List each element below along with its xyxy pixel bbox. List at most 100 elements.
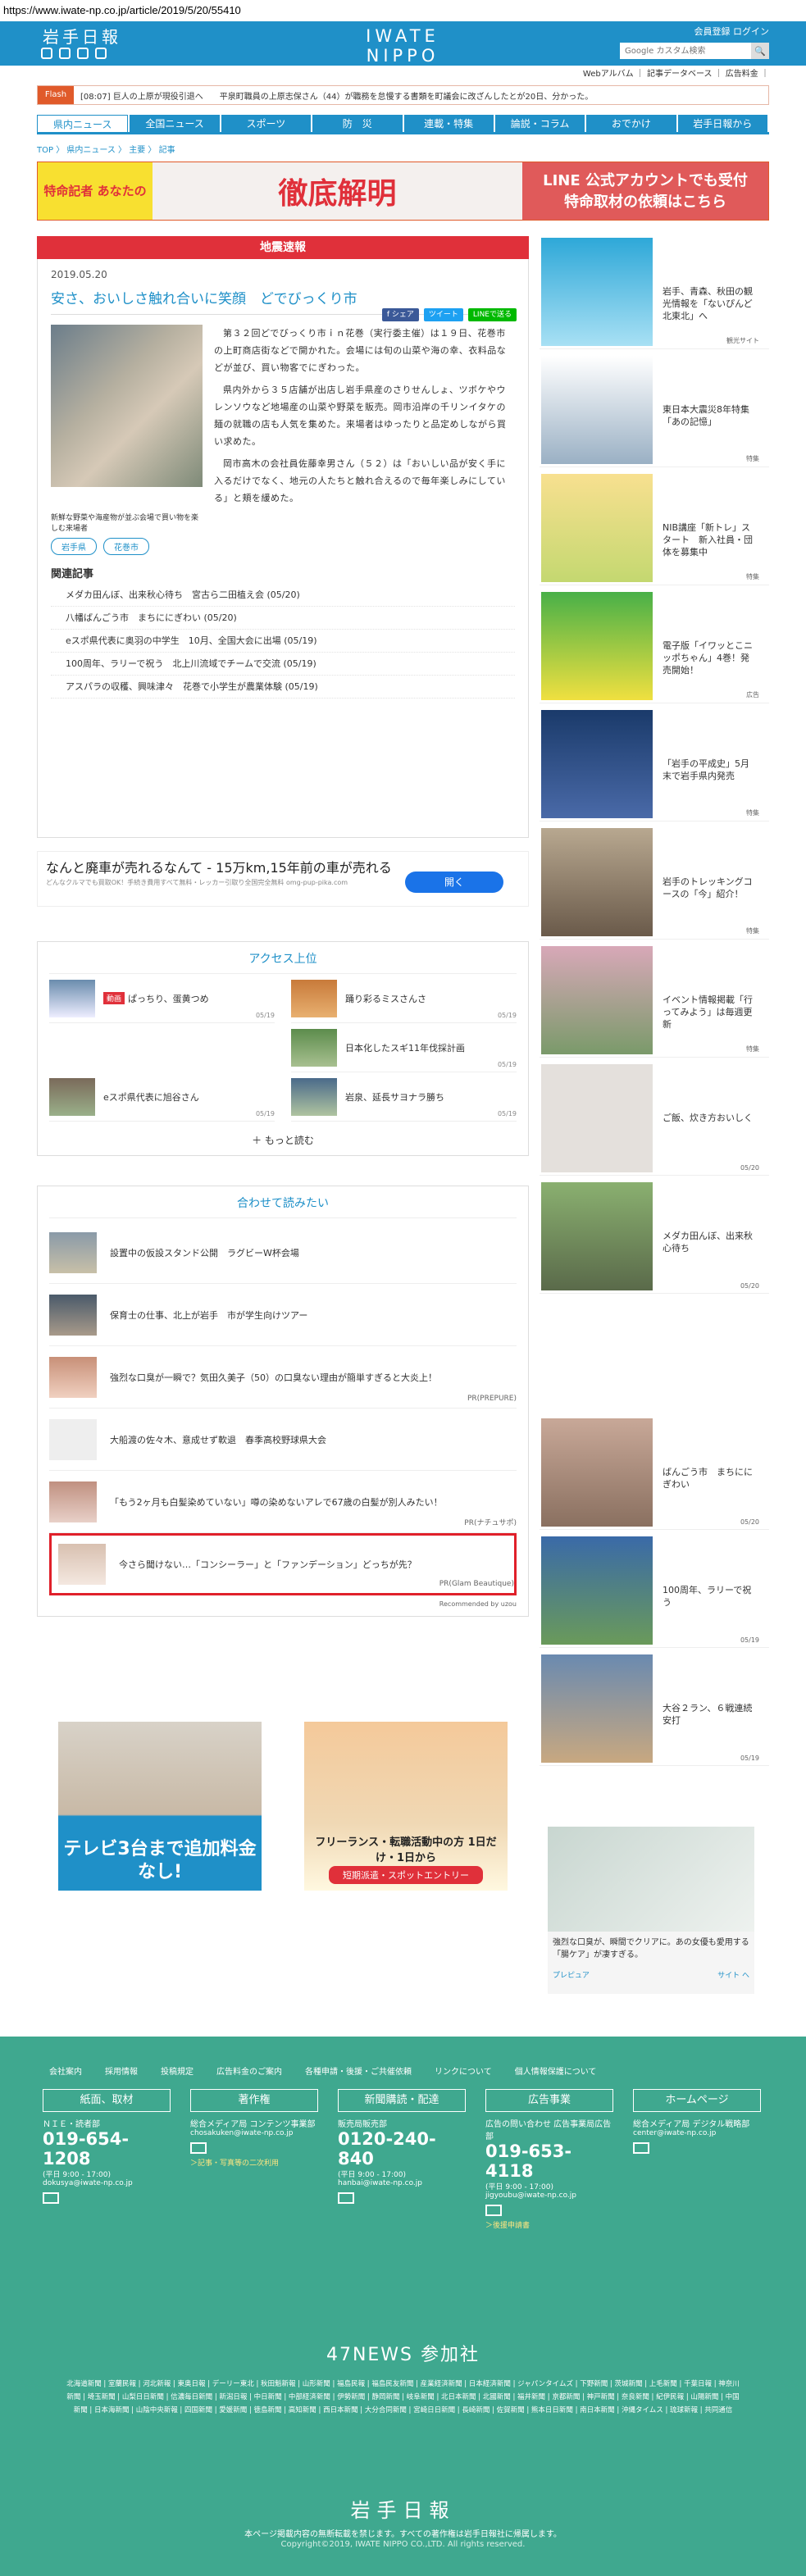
masthead[interactable]: IWATE NIPPO 2019.05.20. 月 bbox=[328, 26, 477, 79]
related-item[interactable]: アスパラの収穫、興味津々 花巻で小学生が農業体験 (05/19) bbox=[51, 676, 515, 699]
tab-disaster[interactable]: 防 災 bbox=[312, 115, 403, 132]
ranking-item[interactable]: 日本化したスギ11年伐採計画 05/19 bbox=[291, 1023, 517, 1072]
tab-local-news[interactable]: 県内ニュース bbox=[37, 115, 129, 132]
line-share-button[interactable]: LINEで送る bbox=[467, 308, 517, 321]
contact-link[interactable]: ＞後援申請書 bbox=[485, 2219, 613, 2230]
sidebar: 岩手、青森、秋田の観光情報を「ないぴんど北東北」へ 観光サイト 東日本大震災8年特… bbox=[540, 236, 769, 1994]
footer-link[interactable]: 個人情報保護について bbox=[515, 2064, 597, 2077]
sidebar-item[interactable]: ばんごう市 まちににぎわい 05/20 bbox=[540, 1417, 769, 1530]
contact-email[interactable]: hanbai@iwate-np.co.jp bbox=[338, 2179, 466, 2187]
contact-email[interactable]: dokusya@iwate-np.co.jp bbox=[43, 2179, 171, 2187]
flash-text[interactable]: [08:07] 巨人の上原が現役引退へ 平泉町職員の上原志保さん（44）が職務を… bbox=[74, 89, 593, 102]
tweet-button[interactable]: ツイート bbox=[423, 308, 463, 321]
tab-features[interactable]: 連載・特集 bbox=[403, 115, 494, 132]
footer-link[interactable]: 採用情報 bbox=[105, 2064, 138, 2077]
banner-left: 特命記者 あなたの疑問 bbox=[38, 162, 153, 256]
sidebar-item[interactable]: ご飯、炊き方おいしく 05/20 bbox=[540, 1063, 769, 1176]
search-button[interactable]: 🔍 bbox=[751, 43, 769, 59]
recommend-item[interactable]: 「もう2ヶ月も白髪染めていない」噂の染めないアレで67歳の白髪が別人みたい！ PR… bbox=[49, 1471, 517, 1533]
ad-open-button[interactable]: 開く bbox=[405, 872, 503, 893]
footer-link[interactable]: 各種申請・後援・ご共催依頼 bbox=[305, 2064, 412, 2077]
tab-national-news[interactable]: 全国ニュース bbox=[130, 115, 220, 132]
sidebar-date: 特集 bbox=[746, 927, 759, 935]
recommend-item[interactable]: 強烈な口臭が一瞬で？気田久美子（50）の口臭ない理由が簡単すぎると大炎上！ PR(… bbox=[49, 1346, 517, 1409]
tab-from-iwate-nippo[interactable]: 岩手日報から bbox=[677, 115, 767, 132]
tab-columns[interactable]: 論説・コラム bbox=[494, 115, 585, 132]
sidebar-item[interactable]: メダカ田んぼ、出来秋心待ち 05/20 bbox=[540, 1181, 769, 1294]
contact-phone: 0120-240-840 bbox=[338, 2129, 436, 2169]
more-link[interactable]: ＋ もっと読む bbox=[49, 1133, 517, 1147]
tv-ad[interactable]: テレビ3台まで追加料金なし! bbox=[58, 1722, 262, 1891]
sidebar-item[interactable]: 東日本大震災8年特集「あの記憶」 特集 bbox=[540, 354, 769, 467]
thumbnail bbox=[49, 1418, 97, 1460]
contact-email[interactable]: jigyoubu@iwate-np.co.jp bbox=[485, 2191, 613, 2200]
ranking-item[interactable]: 踊り彩るミスさんさ 05/19 bbox=[291, 974, 517, 1023]
ranking-item[interactable]: eスポ県代表に旭谷さん 05/19 bbox=[49, 1072, 275, 1122]
mail-icon[interactable] bbox=[190, 2142, 207, 2154]
mail-icon[interactable] bbox=[485, 2205, 502, 2216]
twitter-icon[interactable] bbox=[41, 48, 52, 59]
ranking-item[interactable]: 岩泉、延長サヨナラ勝ち 05/19 bbox=[291, 1072, 517, 1122]
sidebar-ad[interactable]: 強烈な口臭が、瞬間でクリアに。あの女優も愛用する「腸ケア」が凄すぎる。 プレピュ… bbox=[548, 1827, 754, 1994]
contact-email[interactable]: chosakuken@iwate-np.co.jp bbox=[190, 2129, 318, 2137]
47news-list[interactable]: 北海道新聞 | 室蘭民報 | 河北新報 | 東奥日報 | デーリー東北 | 秋田… bbox=[66, 2378, 740, 2417]
promo-banner[interactable]: 特命記者 あなたの疑問 徹底解明 LINE 公式アカウントでも受付 特命取材の依… bbox=[37, 162, 769, 256]
recommended-by[interactable]: Recommended by uzou bbox=[49, 1600, 517, 1608]
footer-link[interactable]: リンクについて bbox=[435, 2064, 492, 2077]
earthquake-alert[interactable]: 地震速報 bbox=[37, 236, 529, 259]
contact-hours: (平日 9:00 - 17:00) bbox=[338, 2171, 406, 2179]
tab-sports[interactable]: スポーツ bbox=[221, 115, 312, 132]
related-item[interactable]: 八幡ばんごう市 まちににぎわい (05/20) bbox=[51, 607, 515, 630]
sidebar-item[interactable]: 100周年、ラリーで祝う 05/19 bbox=[540, 1535, 769, 1648]
sidebar-text: メダカ田んぼ、出来秋心待ち bbox=[663, 1231, 753, 1254]
sidebar-item[interactable]: NIB講座「新トレ」スタート 新入社員・団体を募集中 特集 bbox=[540, 472, 769, 585]
tab-outings[interactable]: おでかけ bbox=[586, 115, 676, 132]
tag[interactable]: 岩手県 bbox=[51, 538, 97, 555]
contact-link[interactable]: ＞記事・写真等の二次利用 bbox=[190, 2157, 318, 2168]
sidebar-item[interactable]: 大谷２ラン、６戦連続安打 05/19 bbox=[540, 1653, 769, 1766]
facebook-share-button[interactable]: f シェア bbox=[381, 308, 419, 321]
job-ad[interactable]: フリーランス・転職活動中の方 1日だけ・1日から 短期派遣・スポットエントリー bbox=[304, 1722, 508, 1891]
ranking-date: 05/19 bbox=[497, 1110, 517, 1117]
related-item[interactable]: 100周年、ラリーで祝う 北上川流域でチームで交流 (05/19) bbox=[51, 653, 515, 676]
footer-link[interactable]: 投稿規定 bbox=[161, 2064, 194, 2077]
mail-icon[interactable] bbox=[338, 2192, 354, 2204]
sidebar-item[interactable]: 岩手のトレッキングコースの「今」紹介！ 特集 bbox=[540, 826, 769, 940]
mail-icon[interactable] bbox=[43, 2192, 59, 2204]
sidebar-item[interactable]: 「岩手の平成史」5月末で岩手県内発売 特集 bbox=[540, 708, 769, 821]
footer-logo[interactable]: 岩手日報 bbox=[0, 2494, 806, 2523]
recommend-item[interactable]: 大船渡の佐々木、意成せず軟退 春季高校野球県大会 bbox=[49, 1409, 517, 1471]
tag[interactable]: 花巻市 bbox=[103, 538, 149, 555]
sidebar-date: 特集 bbox=[746, 1045, 759, 1053]
recommend-list: 設置中の仮設スタンド公開 ラグビーW杯会場 保育士の仕事、北上が岩手 市が学生向… bbox=[49, 1222, 517, 1595]
sidebar-item[interactable]: 岩手、青森、秋田の観光情報を「ないぴんど北東北」へ 観光サイト bbox=[540, 236, 769, 349]
sidebar-item[interactable]: イベント情報掲載「行ってみよう」は毎週更新 特集 bbox=[540, 944, 769, 1058]
job-ad-button[interactable]: 短期派遣・スポットエントリー bbox=[329, 1866, 483, 1884]
thumbnail bbox=[541, 592, 653, 700]
breadcrumb[interactable]: TOP 〉 県内ニュース 〉 主要 〉 記事 bbox=[37, 143, 769, 155]
article-photo[interactable] bbox=[51, 325, 203, 487]
contact-email[interactable]: center@iwate-np.co.jp bbox=[633, 2129, 761, 2137]
footer-link[interactable]: 会社案内 bbox=[49, 2064, 82, 2077]
article-date: 2019.05.20 bbox=[51, 269, 107, 280]
search-input[interactable] bbox=[620, 43, 751, 59]
ad-site-link[interactable]: サイト へ bbox=[717, 1969, 749, 1980]
sidebar-item[interactable]: 電子版「イワッとこニッポちゃん」4巻！発売開始！ 広告 bbox=[540, 590, 769, 703]
recommend-text: 今さら聞けない…「コンシーラー」と「ファンデーション」どっちが先？ bbox=[119, 1559, 417, 1570]
line-icon[interactable] bbox=[77, 48, 89, 59]
ranking-item[interactable]: 動画 ぱっちり、蛋黄つめ 05/19 bbox=[49, 974, 275, 1023]
text-ad[interactable]: なんと廃車が売れるなんて - 15万km,15年前の車が売れる どんなクルマでも… bbox=[37, 851, 529, 907]
rss-icon[interactable] bbox=[95, 48, 107, 59]
recommend-item[interactable]: 設置中の仮設スタンド公開 ラグビーW杯会場 bbox=[49, 1222, 517, 1284]
account-links[interactable]: 会員登録 ログイン bbox=[694, 25, 770, 38]
mail-icon[interactable] bbox=[633, 2142, 649, 2154]
related-item[interactable]: eスポ県代表に奥羽の中学生 10月、全国大会に出場 (05/19) bbox=[51, 630, 515, 653]
facebook-icon[interactable] bbox=[59, 48, 71, 59]
site-logo[interactable]: 岩手日報 bbox=[43, 24, 121, 48]
related-item[interactable]: メダカ田んぼ、出来秋心待ち 宮古ら二田植え会 (05/20) bbox=[51, 584, 515, 607]
recommend-title: 合わせて読みたい bbox=[49, 1195, 517, 1218]
footer-link[interactable]: 広告料金のご案内 bbox=[216, 2064, 282, 2077]
recommend-item-highlighted[interactable]: 今さら聞けない…「コンシーラー」と「ファンデーション」どっちが先？ PR(Glam… bbox=[49, 1533, 517, 1595]
recommend-item[interactable]: 保育士の仕事、北上が岩手 市が学生向けツアー bbox=[49, 1284, 517, 1346]
pr-label: PR(Glam Beautique) bbox=[439, 1580, 514, 1588]
